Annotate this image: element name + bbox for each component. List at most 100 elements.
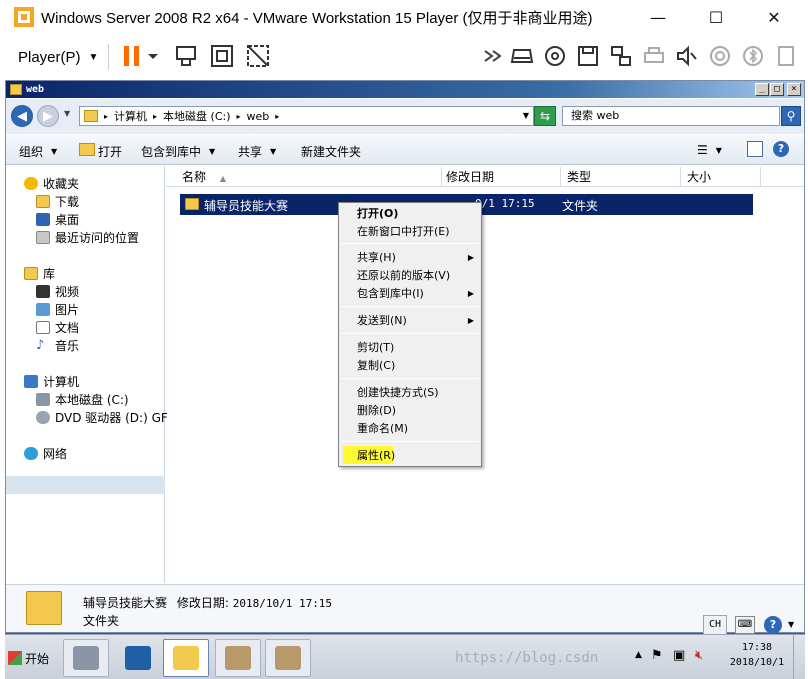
menu-item-share[interactable]: 共享(H) ▶ [340, 249, 480, 266]
help-icon[interactable]: ? [773, 141, 789, 157]
menu-item-send-to[interactable]: 发送到(N) ▶ [340, 312, 480, 329]
chevron-down-icon[interactable]: ▼ [788, 620, 794, 629]
maximize-button[interactable]: ☐ [687, 0, 745, 34]
nav-desktop[interactable]: 桌面 [36, 211, 79, 228]
nav-favorites[interactable]: 收藏夹 [24, 175, 79, 192]
breadcrumb-arrow-icon[interactable]: ▸ [237, 112, 241, 121]
new-folder-button[interactable]: 新建文件夹 [301, 143, 361, 160]
column-name-label: 名称 [182, 170, 207, 184]
nav-recent[interactable]: 最近访问的位置 [36, 229, 139, 246]
nav-libraries[interactable]: 库 [24, 265, 55, 282]
address-dropdown-icon[interactable]: ▼ [523, 111, 529, 120]
nav-dvd-drive[interactable]: DVD 驱动器 (D:) GF [36, 409, 168, 426]
open-button[interactable]: 打开 [98, 143, 122, 160]
printer-icon[interactable] [642, 44, 666, 68]
explorer-close-button[interactable]: × [787, 83, 801, 96]
breadcrumb-arrow-icon[interactable]: ▸ [104, 112, 108, 121]
explorer-minimize-button[interactable]: _ [755, 83, 769, 96]
player-menu[interactable]: Player(P) ▼ [18, 49, 98, 66]
sound-card-icon[interactable] [675, 44, 699, 68]
hard-disk-icon[interactable] [510, 44, 534, 68]
forward-button[interactable]: ▶ [37, 105, 59, 127]
nav-videos[interactable]: 视频 [36, 283, 79, 300]
send-ctrl-alt-del-icon[interactable] [174, 44, 198, 68]
recent-pages-dropdown-icon[interactable]: ▼ [64, 109, 70, 118]
column-date[interactable]: 修改日期 [442, 167, 561, 187]
breadcrumb-arrow-icon[interactable]: ▸ [153, 112, 157, 121]
explorer-maximize-button[interactable]: □ [770, 83, 784, 96]
taskbar-server-manager[interactable] [63, 639, 109, 677]
music-icon: ♪ [36, 338, 45, 353]
keyboard-icon[interactable]: ⌨ [735, 616, 755, 634]
address-bar[interactable]: ▸ 计算机 ▸ 本地磁盘 (C:) ▸ web ▸ ▼ [79, 106, 534, 126]
usb-device-icon[interactable] [708, 44, 732, 68]
nav-documents[interactable]: 文档 [36, 319, 79, 336]
menu-item-properties[interactable]: 属性(R) [340, 447, 480, 464]
column-name[interactable]: 名称 ▲ [166, 167, 442, 187]
minimize-button[interactable]: — [629, 0, 687, 34]
search-icon[interactable]: ⚲ [781, 106, 801, 126]
cd-dvd-icon[interactable] [543, 44, 567, 68]
menu-item-cut[interactable]: 剪切(T) [340, 339, 480, 356]
nav-music[interactable]: ♪ 音乐 [36, 337, 79, 354]
taskbar-installer-2[interactable] [265, 639, 311, 677]
help-icon[interactable]: ? [764, 616, 782, 634]
nav-network[interactable]: 网络 [24, 445, 67, 462]
volume-muted-icon[interactable]: 🔇︎ [695, 648, 703, 663]
breadcrumb-local-disk[interactable]: 本地磁盘 (C:) [163, 108, 230, 124]
floppy-icon[interactable] [576, 44, 600, 68]
bluetooth-icon[interactable] [741, 44, 765, 68]
nav-network-label: 网络 [43, 447, 68, 461]
share-button[interactable]: 共享 ▼ [238, 143, 276, 160]
breadcrumb-web[interactable]: web [247, 110, 270, 123]
start-button[interactable]: 开始 [5, 641, 57, 675]
pause-dropdown-icon[interactable] [146, 44, 160, 68]
menu-item-delete[interactable]: 删除(D) [340, 402, 480, 419]
clock[interactable]: 17:38 2018/10/1 [727, 640, 787, 670]
unity-icon[interactable] [246, 44, 270, 68]
chevron-down-icon: ▼ [209, 147, 216, 156]
menu-item-open[interactable]: 打开(O) [340, 205, 480, 222]
search-input[interactable]: 搜索 web [562, 106, 780, 126]
change-view-button[interactable]: ☰ ▼ [697, 143, 722, 157]
network-tray-icon[interactable]: ▣ [673, 648, 685, 663]
show-hidden-icons-icon[interactable]: ▲ [635, 650, 642, 660]
nav-pictures[interactable]: 图片 [36, 301, 79, 318]
explorer-titlebar: web _ □ × [6, 81, 804, 98]
menu-item-rename[interactable]: 重命名(M) [340, 420, 480, 437]
system-tray: ▲ ⚑ ▣ 🔇︎ 17:38 2018/10/1 [633, 635, 805, 679]
refresh-button[interactable]: ⇆ [534, 106, 556, 126]
taskbar-explorer[interactable] [163, 639, 209, 677]
menu-item-create-shortcut[interactable]: 创建快捷方式(S) [340, 384, 480, 401]
menu-item-restore-versions[interactable]: 还原以前的版本(V) [340, 267, 480, 284]
forward-arrows-icon[interactable] [482, 44, 506, 68]
details-type: 文件夹 [83, 614, 120, 628]
language-indicator[interactable]: CH [703, 615, 727, 635]
preview-pane-icon[interactable] [747, 141, 763, 157]
show-desktop-button[interactable] [793, 635, 803, 679]
fullscreen-icon[interactable] [210, 44, 234, 68]
message-log-icon[interactable] [774, 44, 798, 68]
breadcrumb-arrow-icon[interactable]: ▸ [275, 112, 279, 121]
breadcrumb-computer[interactable]: 计算机 [114, 108, 147, 124]
nav-computer[interactable]: 计算机 [24, 373, 79, 390]
close-button[interactable]: ✕ [745, 0, 803, 34]
menu-item-open-new-window[interactable]: 在新窗口中打开(E) [340, 223, 480, 240]
menu-item-include-in-library[interactable]: 包含到库中(I) ▶ [340, 285, 480, 302]
network-adapter-icon[interactable] [609, 44, 633, 68]
nav-local-disk-label: 本地磁盘 (C:) [55, 393, 129, 407]
nav-local-disk[interactable]: 本地磁盘 (C:) [36, 391, 129, 408]
taskbar-powershell[interactable] [115, 639, 161, 677]
column-type[interactable]: 类型 [561, 167, 681, 187]
menu-item-copy[interactable]: 复制(C) [340, 357, 480, 374]
include-in-library-button[interactable]: 包含到库中 ▼ [141, 143, 215, 160]
action-center-flag-icon[interactable]: ⚑ [651, 648, 663, 663]
nav-dvd-drive-label: DVD 驱动器 (D:) GF [55, 411, 168, 425]
back-button[interactable]: ◀ [11, 105, 33, 127]
organize-button[interactable]: 组织 ▼ [19, 143, 57, 160]
pause-icon[interactable] [120, 44, 144, 68]
taskbar-installer-1[interactable] [215, 639, 261, 677]
column-size[interactable]: 大小 [681, 167, 761, 187]
menu-separator [341, 333, 479, 334]
nav-downloads[interactable]: 下载 [36, 193, 79, 210]
